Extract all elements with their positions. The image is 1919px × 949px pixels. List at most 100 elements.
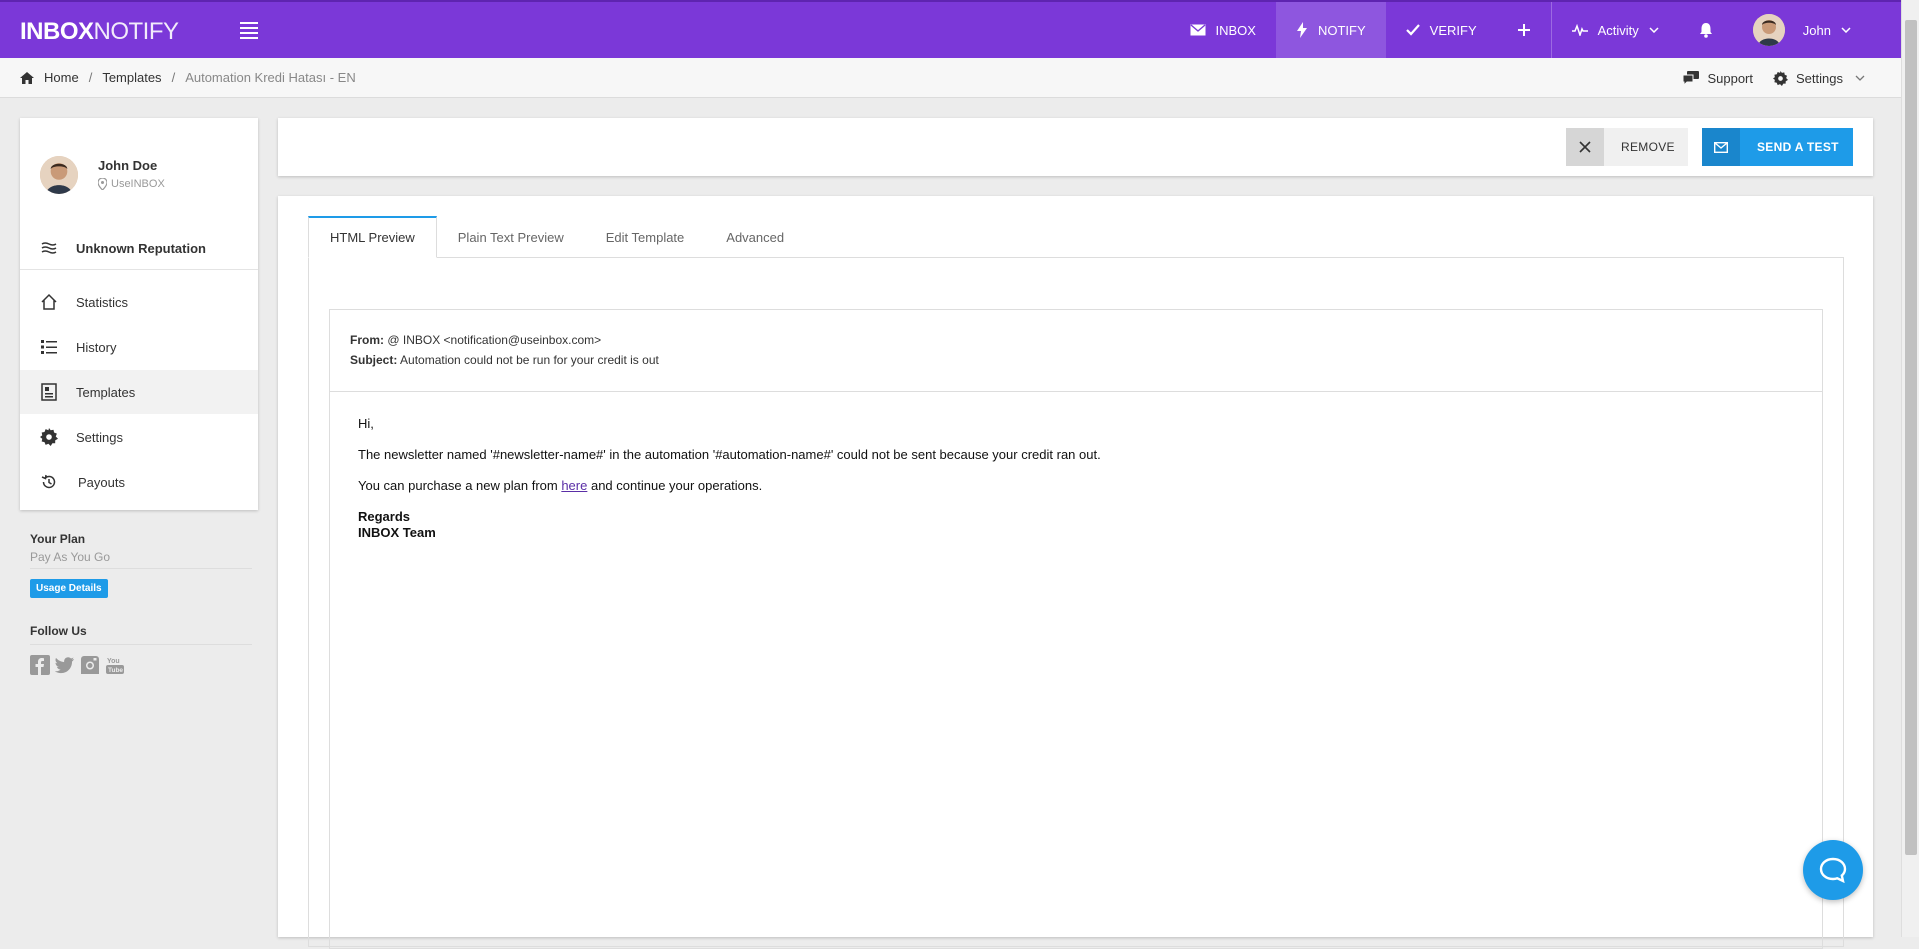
tab-plain-text-preview[interactable]: Plain Text Preview [437,216,585,258]
avatar [40,156,78,194]
purchase-plan-link[interactable]: here [561,478,587,493]
preview-tabs: HTML Preview Plain Text Preview Edit Tem… [308,216,805,258]
location-pin-icon [98,178,107,190]
nav-notify-label: NOTIFY [1317,22,1366,38]
plan-heading: Your Plan [30,532,86,546]
settings-menu[interactable]: Settings [1773,70,1865,86]
tab-edit-template[interactable]: Edit Template [585,216,706,258]
email-body: Hi, The newsletter named '#newsletter-na… [330,392,1822,565]
usage-details-button[interactable]: Usage Details [30,579,108,598]
bolt-icon [1296,22,1307,38]
template-preview-card: HTML Preview Plain Text Preview Edit Tem… [278,196,1873,949]
email-signature: Regards INBOX Team [358,509,436,540]
top-navbar: INBOXNOTIFY INBOX NOTIFY VERIFY Activity [0,0,1901,58]
sidebar: John Doe UseINBOX Unknown Reputation Sta… [20,118,258,510]
breadcrumb-bar: Home / Templates / Automation Kredi Hata… [0,58,1901,98]
nav-inbox-label: INBOX [1215,22,1256,38]
email-header: From: @ INBOX <notification@useinbox.com… [330,310,1822,392]
nav-add-button[interactable] [1497,2,1551,58]
instagram-icon[interactable] [80,655,100,675]
nav-inbox[interactable]: INBOX [1170,2,1276,58]
logo-bold: INBOX [20,18,94,45]
follow-section: Follow Us You Tube [30,624,252,675]
home-icon [20,71,34,84]
svg-text:You: You [107,658,120,665]
breadcrumb-current: Automation Kredi Hatası - EN [185,70,356,85]
menu-toggle-icon[interactable] [240,22,258,42]
breadcrumb: Home / Templates / Automation Kredi Hata… [0,70,356,85]
template-icon [41,383,57,401]
sidebar-item-statistics[interactable]: Statistics [20,280,258,324]
reputation-item[interactable]: Unknown Reputation [20,226,258,270]
profile-org: UseINBOX [98,178,165,190]
list-icon [41,340,57,354]
sidebar-item-payouts[interactable]: Payouts [20,460,258,504]
email-preview: From: @ INBOX <notification@useinbox.com… [329,309,1823,949]
facebook-icon[interactable] [30,655,50,675]
profile-name: John Doe [98,158,158,173]
nav-verify[interactable]: VERIFY [1386,2,1497,58]
email-from: From: @ INBOX <notification@useinbox.com… [350,333,602,347]
chevron-down-icon [1841,27,1851,33]
send-test-button[interactable]: SEND A TEST [1702,128,1853,166]
logo-light: NOTIFY [93,18,180,45]
follow-heading: Follow Us [30,624,252,645]
top-nav: INBOX NOTIFY VERIFY Activity John [1170,2,1901,58]
action-bar: REMOVE SEND A TEST [278,118,1873,176]
chat-icon [1819,857,1847,883]
scrollbar-thumb[interactable] [1905,20,1917,855]
sidebar-item-history[interactable]: History [20,325,258,369]
waves-icon [41,242,57,254]
notifications-button[interactable] [1679,2,1733,58]
breadcrumb-actions: Support Settings [1683,58,1865,98]
nav-activity-label: Activity [1597,22,1639,38]
gear-icon [1773,70,1789,86]
page-scrollbar[interactable] [1901,0,1919,937]
email-paragraph: The newsletter named '#newsletter-name#'… [358,447,1101,462]
nav-verify-label: VERIFY [1429,22,1477,38]
reputation-label: Unknown Reputation [76,240,206,256]
breadcrumb-templates[interactable]: Templates [102,70,161,85]
user-name: John [1802,22,1831,38]
email-greeting: Hi, [358,416,374,431]
tab-panel: From: @ INBOX <notification@useinbox.com… [308,257,1844,949]
youtube-icon[interactable]: You Tube [105,655,125,675]
pulse-icon [1571,24,1588,36]
app-logo[interactable]: INBOXNOTIFY [20,18,179,46]
support-link[interactable]: Support [1683,71,1753,86]
sidebar-item-templates[interactable]: Templates [20,370,258,414]
gear-icon [40,428,58,446]
home-icon [41,293,57,310]
sidebar-item-settings[interactable]: Settings [20,415,258,459]
remove-button[interactable]: REMOVE [1566,128,1688,166]
chat-bubbles-icon [1683,71,1700,85]
check-icon [1405,24,1420,36]
email-subject: Subject: Automation could not be run for… [350,353,659,367]
chevron-down-icon [1855,75,1865,81]
svg-text:Tube: Tube [108,667,123,674]
tab-advanced[interactable]: Advanced [705,216,805,258]
plan-name: Pay As You Go [30,550,252,569]
plan-section: Your Plan Pay As You Go Usage Details [30,532,252,598]
chevron-down-icon [1649,27,1659,33]
close-icon [1579,141,1591,153]
settings-label: Settings [1796,70,1843,86]
avatar [1752,14,1785,46]
bell-icon [1699,23,1712,38]
user-profile: John Doe UseINBOX [40,156,240,196]
tab-html-preview[interactable]: HTML Preview [308,216,437,258]
remove-label: REMOVE [1621,140,1675,154]
history-icon [41,474,56,489]
twitter-icon[interactable] [55,655,75,675]
plus-icon [1517,24,1530,36]
email-paragraph: You can purchase a new plan from here an… [358,478,763,493]
send-test-label: SEND A TEST [1757,140,1839,154]
nav-activity[interactable]: Activity [1552,2,1679,58]
breadcrumb-home[interactable]: Home [44,70,79,85]
envelope-icon [1714,141,1728,153]
nav-notify[interactable]: NOTIFY [1275,2,1386,58]
live-chat-button[interactable] [1803,840,1863,900]
user-menu[interactable]: John [1733,2,1901,58]
envelope-icon [1190,24,1206,36]
support-label: Support [1707,70,1754,86]
